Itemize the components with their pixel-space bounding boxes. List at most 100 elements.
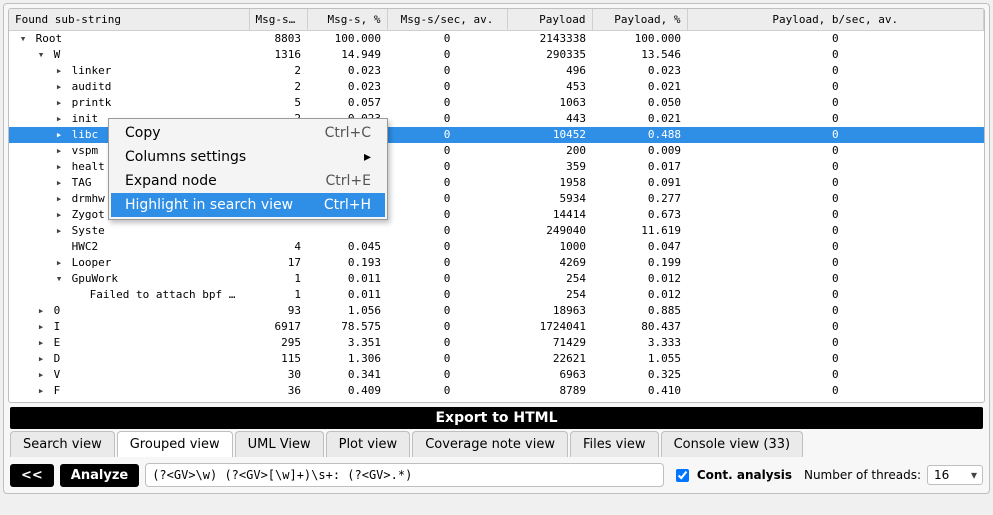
cell-value: 22621 bbox=[507, 351, 592, 367]
table-row[interactable]: ▸ t10.01101970.0090 bbox=[9, 399, 984, 403]
cell-value: 5 bbox=[249, 95, 307, 111]
cell-value: 249040 bbox=[507, 223, 592, 239]
expand-arrow-icon[interactable]: ▸ bbox=[53, 111, 65, 127]
cell-value: 0 bbox=[387, 159, 507, 175]
table-row[interactable]: ▾ GpuWork10.01102540.0120 bbox=[9, 271, 984, 287]
row-context-menu: Copy Ctrl+C Columns settings Expand node… bbox=[108, 118, 388, 220]
cell-value: 80.437 bbox=[592, 319, 687, 335]
tab-console[interactable]: Console view (33) bbox=[661, 431, 804, 457]
view-tabs: Search view Grouped view UML View Plot v… bbox=[10, 431, 983, 457]
tab-plot[interactable]: Plot view bbox=[326, 431, 411, 457]
tab-coverage[interactable]: Coverage note view bbox=[412, 431, 568, 457]
cell-value: 0.488 bbox=[592, 127, 687, 143]
threads-label: Number of threads: bbox=[804, 468, 921, 482]
table-row[interactable]: ▾ Root8803100.00002143338100.0000 bbox=[9, 31, 984, 48]
col-payload[interactable]: Payload bbox=[507, 9, 592, 31]
table-row[interactable]: Failed to attach bpf …10.01102540.0120 bbox=[9, 287, 984, 303]
cell-value: 0 bbox=[387, 127, 507, 143]
export-to-html-button[interactable]: Export to HTML bbox=[10, 407, 983, 429]
table-row[interactable]: ▾ W131614.949029033513.5460 bbox=[9, 47, 984, 63]
menu-expand-node[interactable]: Expand node Ctrl+E bbox=[111, 169, 385, 193]
table-row[interactable]: ▸ Looper170.193042690.1990 bbox=[9, 255, 984, 271]
table-row[interactable]: ▸ D1151.3060226211.0550 bbox=[9, 351, 984, 367]
table-row[interactable]: ▸ auditd20.02304530.0210 bbox=[9, 79, 984, 95]
cell-value: 0.057 bbox=[307, 95, 387, 111]
table-row[interactable]: HWC240.045010000.0470 bbox=[9, 239, 984, 255]
expand-arrow-icon[interactable]: ▸ bbox=[53, 191, 65, 207]
cell-value bbox=[307, 223, 387, 239]
regex-input[interactable] bbox=[145, 463, 664, 487]
cell-value: 10452 bbox=[507, 127, 592, 143]
cell-value: 6963 bbox=[507, 367, 592, 383]
expand-arrow-icon[interactable]: ▸ bbox=[53, 175, 65, 191]
table-row[interactable]: ▸ 0931.0560189630.8850 bbox=[9, 303, 984, 319]
table-row[interactable]: ▸ I691778.5750172404180.4370 bbox=[9, 319, 984, 335]
cont-analysis-checkbox[interactable] bbox=[676, 469, 689, 482]
cell-value: 0 bbox=[387, 367, 507, 383]
col-payload-sec[interactable]: Payload, b/sec, av. bbox=[687, 9, 984, 31]
expand-arrow-icon[interactable]: ▸ bbox=[53, 79, 65, 95]
expand-arrow-icon[interactable]: ▸ bbox=[35, 319, 47, 335]
col-found-substring[interactable]: Found sub-string bbox=[9, 9, 249, 31]
cell-value: 359 bbox=[507, 159, 592, 175]
expand-arrow-icon[interactable]: ▸ bbox=[53, 159, 65, 175]
cell-value: 0 bbox=[687, 255, 984, 271]
col-msgs-sec[interactable]: Msg-s/sec, av. bbox=[387, 9, 507, 31]
menu-highlight-in-search[interactable]: Highlight in search view Ctrl+H bbox=[111, 193, 385, 217]
expand-arrow-icon[interactable]: ▸ bbox=[35, 335, 47, 351]
cell-value: 1 bbox=[249, 399, 307, 403]
table-row[interactable]: ▸ Syste024904011.6190 bbox=[9, 223, 984, 239]
cell-value: 2 bbox=[249, 79, 307, 95]
cell-value: 0 bbox=[387, 111, 507, 127]
table-row[interactable]: ▸ linker20.02304960.0230 bbox=[9, 63, 984, 79]
expand-arrow-icon[interactable]: ▸ bbox=[35, 367, 47, 383]
expand-arrow-icon[interactable]: ▸ bbox=[35, 399, 47, 403]
expand-arrow-icon[interactable]: ▸ bbox=[53, 223, 65, 239]
cell-value: 0.023 bbox=[307, 79, 387, 95]
tab-grouped[interactable]: Grouped view bbox=[117, 431, 233, 457]
expand-arrow-icon[interactable]: ▸ bbox=[53, 63, 65, 79]
cell-value: 0.199 bbox=[592, 255, 687, 271]
expand-arrow-icon[interactable]: ▸ bbox=[35, 303, 47, 319]
shortcut-label: Ctrl+C bbox=[325, 125, 371, 141]
tab-search[interactable]: Search view bbox=[10, 431, 115, 457]
cell-value: 1000 bbox=[507, 239, 592, 255]
cell-value: 0 bbox=[687, 239, 984, 255]
cell-value: 0 bbox=[687, 351, 984, 367]
menu-columns-settings[interactable]: Columns settings bbox=[111, 145, 385, 169]
expand-arrow-icon[interactable]: ▸ bbox=[53, 127, 65, 143]
cell-value: 0 bbox=[687, 191, 984, 207]
tab-files[interactable]: Files view bbox=[570, 431, 659, 457]
cell-value: 0 bbox=[387, 223, 507, 239]
cell-value: 0 bbox=[387, 143, 507, 159]
cell-value: 1 bbox=[249, 287, 307, 303]
cell-value: 0.673 bbox=[592, 207, 687, 223]
analyze-button[interactable]: Analyze bbox=[60, 464, 139, 487]
cell-value: 0 bbox=[687, 303, 984, 319]
expand-arrow-icon[interactable]: ▸ bbox=[35, 383, 47, 399]
col-payload-pct[interactable]: Payload, % bbox=[592, 9, 687, 31]
col-msgs-pct[interactable]: Msg-s, % bbox=[307, 9, 387, 31]
expand-arrow-icon[interactable]: ▸ bbox=[53, 143, 65, 159]
table-row[interactable]: ▸ F360.409087890.4100 bbox=[9, 383, 984, 399]
col-msgs[interactable]: Msg-s ▲ bbox=[249, 9, 307, 31]
cell-value: 0 bbox=[687, 47, 984, 63]
threads-select[interactable]: 16 bbox=[927, 465, 983, 485]
expand-arrow-icon[interactable]: ▾ bbox=[17, 31, 29, 47]
expand-arrow-icon[interactable]: ▸ bbox=[53, 255, 65, 271]
expand-arrow-icon[interactable]: ▾ bbox=[53, 271, 65, 287]
cell-value: 0 bbox=[687, 79, 984, 95]
tab-uml[interactable]: UML View bbox=[235, 431, 324, 457]
table-row[interactable]: ▸ printk50.057010630.0500 bbox=[9, 95, 984, 111]
menu-copy[interactable]: Copy Ctrl+C bbox=[111, 121, 385, 145]
expand-arrow-icon[interactable]: ▾ bbox=[35, 47, 47, 63]
cell-value: 0.277 bbox=[592, 191, 687, 207]
table-row[interactable]: ▸ E2953.3510714293.3330 bbox=[9, 335, 984, 351]
cell-value: 36 bbox=[249, 383, 307, 399]
expand-arrow-icon[interactable]: ▸ bbox=[35, 351, 47, 367]
back-button[interactable]: << bbox=[10, 464, 54, 487]
cell-value: 254 bbox=[507, 287, 592, 303]
expand-arrow-icon[interactable]: ▸ bbox=[53, 207, 65, 223]
table-row[interactable]: ▸ V300.341069630.3250 bbox=[9, 367, 984, 383]
expand-arrow-icon[interactable]: ▸ bbox=[53, 95, 65, 111]
